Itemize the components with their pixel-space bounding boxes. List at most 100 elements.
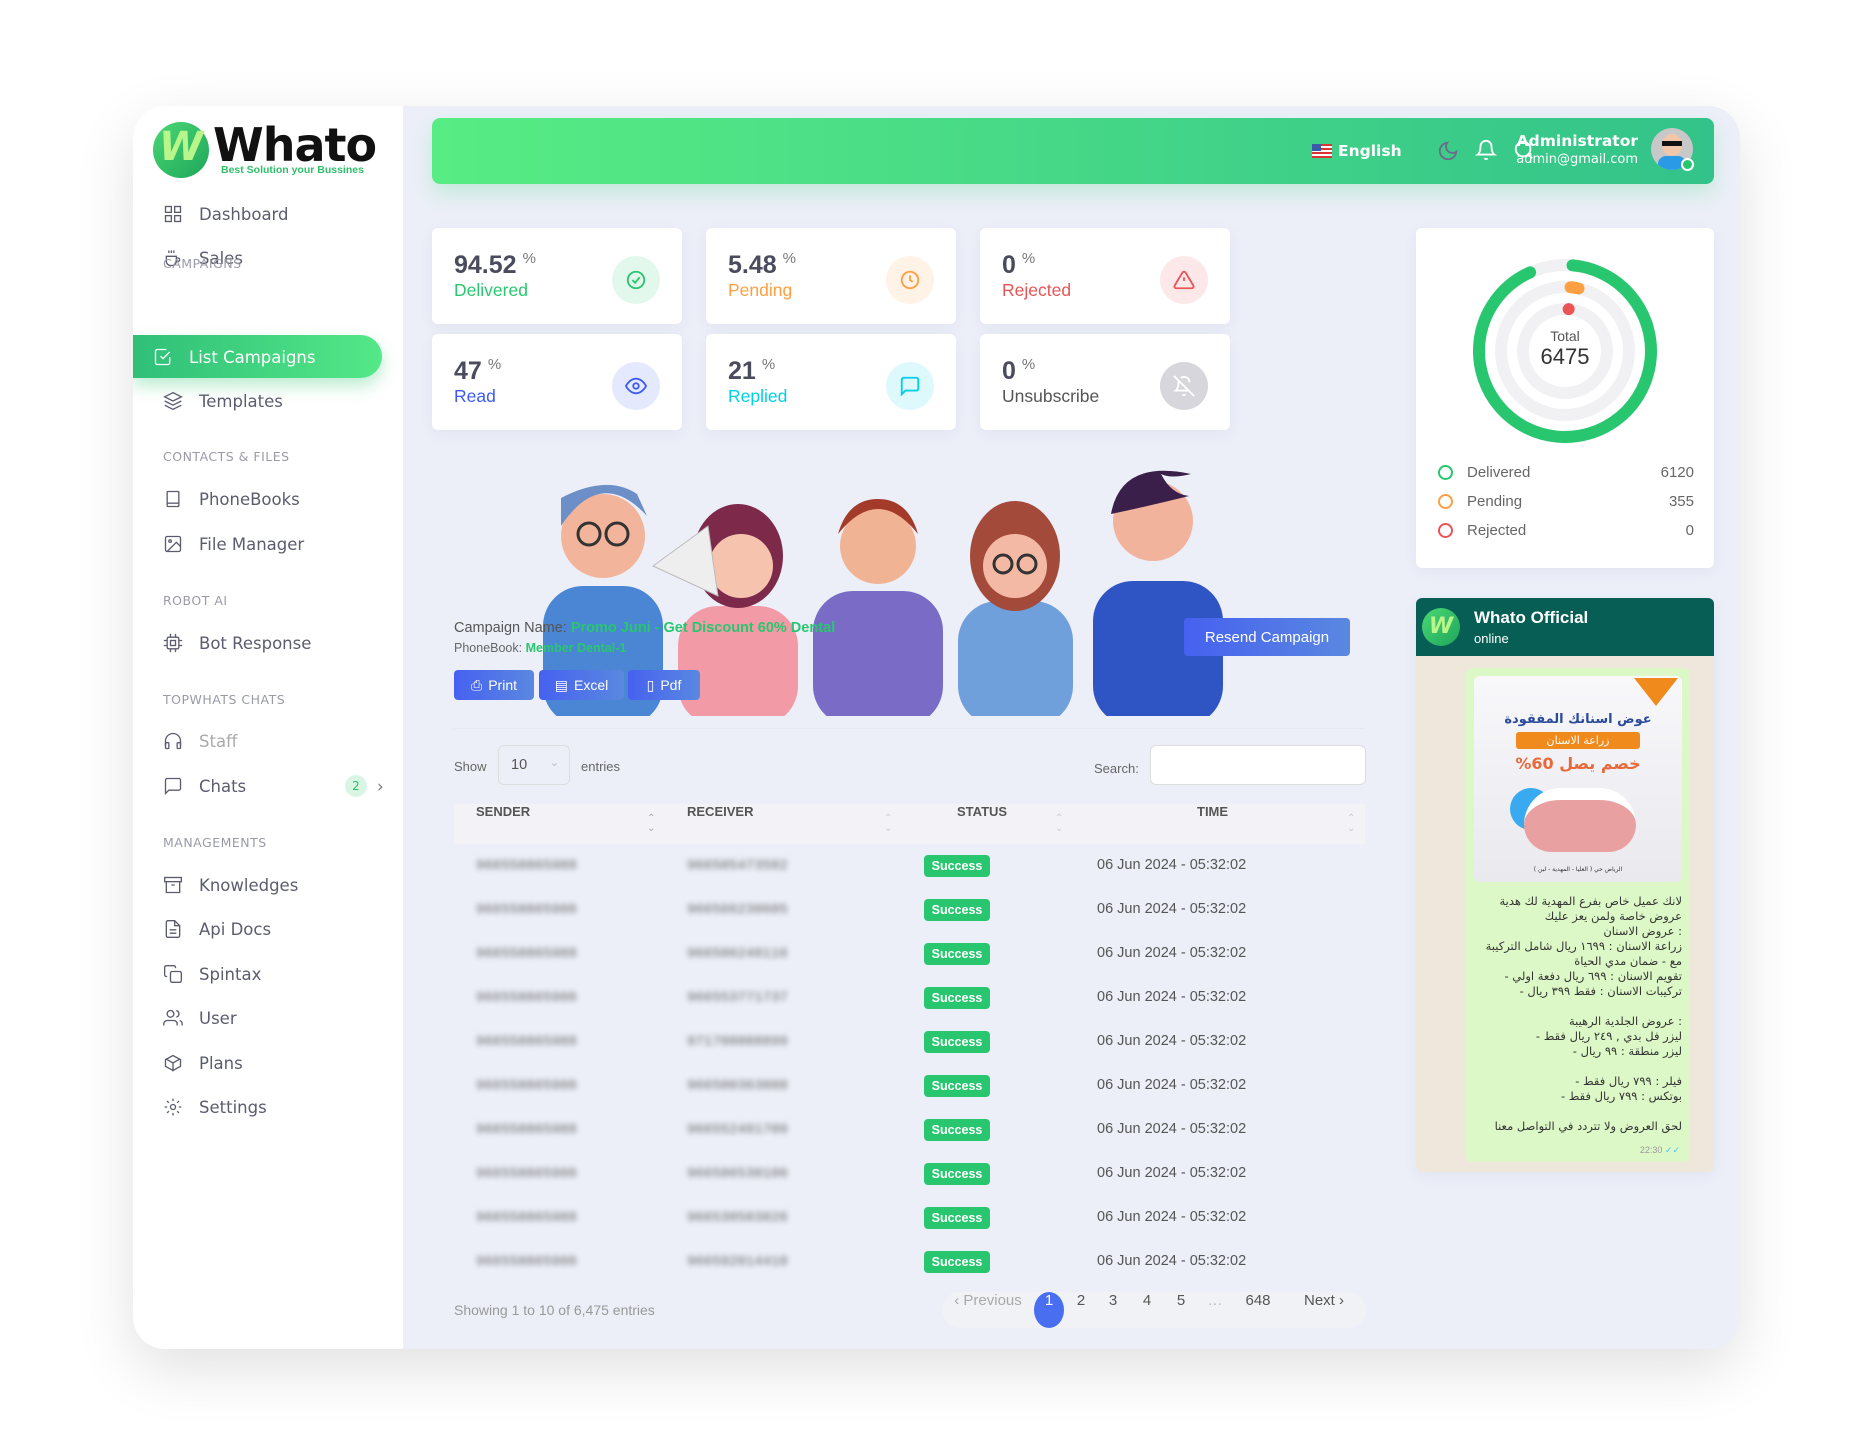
- double-check-icon: ✓✓: [1664, 1145, 1680, 1155]
- page-5-button[interactable]: 5: [1166, 1292, 1196, 1328]
- page-3-button[interactable]: 3: [1098, 1292, 1128, 1328]
- bell-icon[interactable]: [1475, 138, 1497, 162]
- status-badge: Success: [924, 855, 990, 877]
- sidebar-item-templates[interactable]: Templates: [163, 386, 283, 416]
- section-campaigns: CAMPAIGNS: [163, 256, 242, 271]
- stat-number: 21: [728, 357, 756, 385]
- table-header: SENDER RECEIVER STATUS TIME ⌃ ⌄ ⌃ ⌄ ⌃ ⌄ ⌃ ⌄: [454, 804, 1365, 844]
- excel-button[interactable]: ▤ Excel: [539, 670, 624, 700]
- page-4-button[interactable]: 4: [1132, 1292, 1162, 1328]
- sidebar-item-label: User: [199, 1008, 237, 1028]
- campaign-name-line: Campaign Name: Promo Juni - Get Discount…: [454, 620, 835, 636]
- language-selector[interactable]: English: [1312, 142, 1402, 160]
- moon-icon[interactable]: [1437, 140, 1459, 162]
- table-row[interactable]: 966558865988 966592014410 Success 06 Jun…: [454, 1240, 1365, 1284]
- column-time[interactable]: TIME: [1197, 804, 1228, 844]
- chevron-right-icon: ›: [377, 776, 384, 796]
- page-size-select[interactable]: 10 ⌄: [498, 745, 570, 785]
- sidebar-item-label: Settings: [199, 1097, 267, 1117]
- status-badge: Success: [924, 1119, 990, 1141]
- next-page-button[interactable]: Next ›: [1294, 1292, 1354, 1328]
- file-icon: ▤: [554, 676, 568, 693]
- column-status[interactable]: STATUS: [957, 804, 1007, 844]
- table-row[interactable]: 966558865988 966506248116 Success 06 Jun…: [454, 932, 1365, 976]
- divider: [454, 728, 1365, 729]
- legend-label: Pending: [1467, 493, 1523, 510]
- previous-page-button[interactable]: ‹ Previous: [952, 1292, 1024, 1328]
- user-name: Administrator: [1516, 132, 1638, 150]
- user-menu[interactable]: Administrator admin@gmail.com: [1516, 132, 1638, 167]
- phonebook-name: Member Dental-1: [525, 641, 627, 655]
- table-row[interactable]: 966558865988 966552491709 Success 06 Jun…: [454, 1108, 1365, 1152]
- stat-unit: %: [782, 250, 797, 267]
- page-2-button[interactable]: 2: [1066, 1292, 1096, 1328]
- stat-value: 21%: [728, 356, 775, 386]
- sidebar-item-settings[interactable]: Settings: [163, 1092, 267, 1122]
- stat-unit: %: [1021, 250, 1036, 267]
- table-row[interactable]: 966558865988 966586530106 Success 06 Jun…: [454, 1152, 1365, 1196]
- stat-label: Pending: [728, 280, 793, 300]
- pdf-button[interactable]: ▯ Pdf: [628, 670, 700, 700]
- table-row[interactable]: 966558865988 971708008899 Success 06 Jun…: [454, 1020, 1365, 1064]
- stat-value: 5.48%: [728, 250, 796, 280]
- sidebar-item-label: Dashboard: [199, 204, 289, 224]
- receiver-cell: 966500363088: [687, 1078, 788, 1094]
- checkbox-icon: [154, 348, 171, 366]
- sidebar-item-file-manager[interactable]: File Manager: [163, 529, 304, 559]
- sidebar-item-bot-response[interactable]: Bot Response: [163, 628, 311, 658]
- column-sender[interactable]: SENDER: [476, 804, 530, 844]
- resend-campaign-button[interactable]: Resend Campaign: [1184, 618, 1350, 656]
- sidebar-item-plans[interactable]: Plans: [163, 1048, 243, 1078]
- donut-center-value: 6475: [1540, 344, 1590, 369]
- table-row[interactable]: 966558865988 966566230605 Success 06 Jun…: [454, 888, 1365, 932]
- table-search-input[interactable]: [1150, 745, 1366, 785]
- print-label: Print: [488, 677, 517, 693]
- message-timestamp: 22:30: [1639, 1145, 1663, 1155]
- chats-count-badge: 2: [345, 775, 367, 797]
- sidebar-item-spintax[interactable]: Spintax: [163, 959, 261, 989]
- excel-label: Excel: [574, 677, 609, 693]
- chat-contact-status: online: [1474, 631, 1509, 646]
- alert-triangle-icon: [1160, 256, 1208, 304]
- sidebar-item-knowledges[interactable]: Knowledges: [163, 870, 298, 900]
- legend-marker: [1438, 523, 1453, 538]
- sidebar-item-label: PhoneBooks: [199, 489, 300, 509]
- table-row[interactable]: 966558865988 966538503826 Success 06 Jun…: [454, 1196, 1365, 1240]
- status-badge: Success: [924, 1075, 990, 1097]
- status-badge: Success: [924, 1031, 990, 1053]
- sidebar-item-dashboard[interactable]: Dashboard: [163, 199, 289, 229]
- column-receiver[interactable]: RECEIVER: [687, 804, 753, 844]
- sender-cell: 966558865988: [476, 1122, 577, 1138]
- sidebar-item-list-campaigns[interactable]: List Campaigns: [153, 342, 316, 372]
- stat-label: Unsubscribe: [1002, 386, 1100, 406]
- clock-icon: [886, 256, 934, 304]
- sidebar-item-api-docs[interactable]: Api Docs: [163, 914, 271, 944]
- stat-value: 94.52%: [454, 250, 536, 280]
- sender-cell: 966558865988: [476, 1210, 577, 1226]
- sender-cell: 966558865988: [476, 946, 577, 962]
- print-button[interactable]: ⎙ Print: [454, 670, 534, 700]
- sidebar-item-chats[interactable]: Chats 2 ›: [163, 771, 403, 801]
- phonebook-line: PhoneBook: Member Dental-1: [454, 641, 626, 655]
- campaign-details-card: Campaign Name: Promo Juni - Get Discount…: [432, 598, 1386, 1349]
- time-cell: 06 Jun 2024 - 05:32:02: [1097, 1253, 1247, 1269]
- sender-cell: 966558865988: [476, 1166, 577, 1182]
- whatsapp-preview-card: W Whato Official online عوض اسنانك المفق…: [1416, 598, 1714, 1172]
- table-row[interactable]: 966558865988 966553771737 Success 06 Jun…: [454, 976, 1365, 1020]
- app-window: W Whato Best Solution your Bussines Dash…: [133, 106, 1740, 1349]
- sidebar-item-label: Knowledges: [199, 875, 299, 895]
- stat-card-rejected: 0% Rejected: [980, 228, 1230, 324]
- sidebar-item-phonebooks[interactable]: PhoneBooks: [163, 484, 300, 514]
- table-row[interactable]: 966558865988 966505473582 Success 06 Jun…: [454, 844, 1365, 888]
- table-row[interactable]: 966558865988 966500363088 Success 06 Jun…: [454, 1064, 1365, 1108]
- stat-value: 47%: [454, 356, 501, 386]
- stat-card-pending: 5.48% Pending: [706, 228, 956, 324]
- page-1-button[interactable]: 1: [1034, 1292, 1064, 1328]
- stat-number: 94.52: [454, 251, 517, 279]
- page-648-button[interactable]: 648: [1238, 1292, 1278, 1328]
- settings-icon: [164, 1098, 182, 1116]
- sidebar-item-staff[interactable]: Staff: [163, 726, 237, 756]
- stat-number: 5.48: [728, 251, 777, 279]
- time-cell: 06 Jun 2024 - 05:32:02: [1097, 945, 1247, 961]
- sidebar-item-user[interactable]: User: [163, 1003, 237, 1033]
